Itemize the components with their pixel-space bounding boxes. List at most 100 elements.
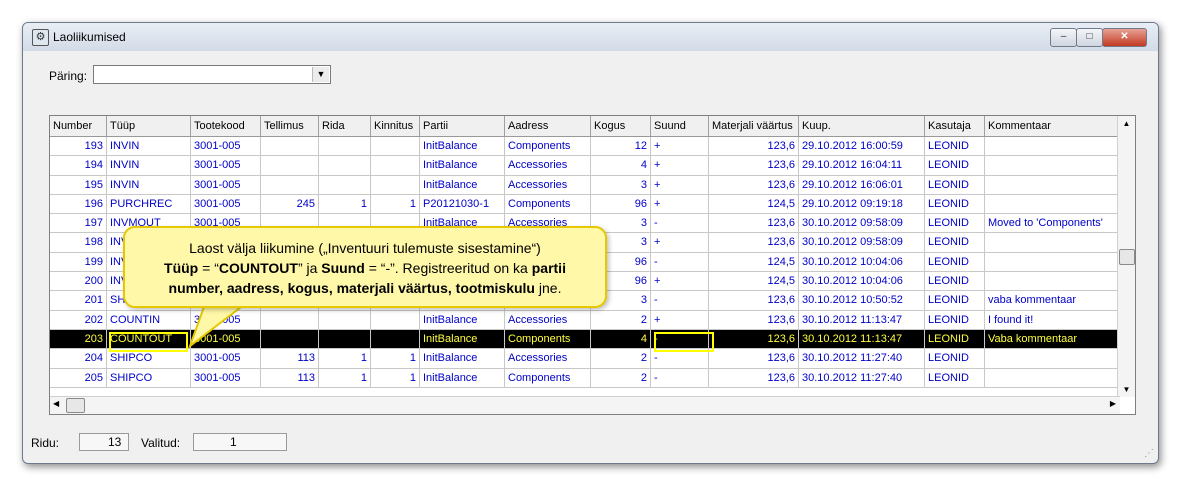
cell-comment[interactable] — [985, 156, 1120, 176]
column-header-confirmation[interactable]: Kinnitus — [371, 116, 420, 136]
cell-batch[interactable]: InitBalance — [420, 137, 505, 157]
cell-order[interactable]: 113 — [261, 349, 319, 369]
cell-date[interactable]: 30.10.2012 11:13:47 — [799, 310, 925, 330]
cell-direction[interactable]: - — [651, 291, 709, 311]
cell-user[interactable]: LEONID — [925, 272, 985, 292]
cell-direction[interactable]: + — [651, 233, 709, 253]
cell-user[interactable]: LEONID — [925, 310, 985, 330]
scroll-down-icon[interactable]: ▼ — [1118, 385, 1135, 394]
query-dropdown[interactable]: ▼ — [93, 65, 331, 84]
column-header-line[interactable]: Rida — [319, 116, 371, 136]
cell-order[interactable] — [261, 175, 319, 195]
cell-confirmation[interactable]: 1 — [371, 349, 420, 369]
cell-batch[interactable]: P20121030-1 — [420, 194, 505, 215]
cell-direction[interactable]: + — [651, 156, 709, 176]
cell-direction[interactable]: + — [651, 310, 709, 330]
cell-comment[interactable] — [985, 349, 1120, 369]
cell-date[interactable]: 30.10.2012 10:50:52 — [799, 291, 925, 311]
cell-material-value[interactable]: 123,6 — [709, 137, 799, 157]
cell-product-code[interactable]: 3001-005 — [191, 137, 261, 157]
cell-user[interactable]: LEONID — [925, 368, 985, 388]
cell-confirmation[interactable] — [371, 310, 420, 330]
cell-direction[interactable]: - — [651, 214, 709, 234]
cell-number[interactable]: 199 — [50, 252, 107, 273]
horizontal-scroll-thumb[interactable] — [66, 398, 85, 413]
cell-number[interactable]: 201 — [50, 291, 107, 311]
column-header-batch[interactable]: Partii — [420, 116, 505, 136]
column-header-product-code[interactable]: Tootekood — [191, 116, 261, 136]
cell-material-value[interactable]: 123,6 — [709, 310, 799, 330]
cell-confirmation[interactable]: 1 — [371, 194, 420, 215]
cell-material-value[interactable]: 123,6 — [709, 156, 799, 176]
cell-user[interactable]: LEONID — [925, 233, 985, 253]
cell-user[interactable]: LEONID — [925, 175, 985, 195]
cell-order[interactable] — [261, 137, 319, 157]
chevron-down-icon[interactable]: ▼ — [312, 67, 329, 82]
cell-batch[interactable]: InitBalance — [420, 349, 505, 369]
cell-line[interactable]: 1 — [319, 368, 371, 388]
cell-product-code[interactable]: 3001-005 — [191, 156, 261, 176]
cell-date[interactable]: 30.10.2012 10:04:06 — [799, 252, 925, 273]
cell-date[interactable]: 30.10.2012 09:58:09 — [799, 233, 925, 253]
cell-user[interactable]: LEONID — [925, 252, 985, 273]
cell-comment[interactable]: vaba kommentaar — [985, 291, 1120, 311]
cell-material-value[interactable]: 123,6 — [709, 175, 799, 195]
cell-line[interactable] — [319, 310, 371, 330]
cell-direction[interactable]: - — [651, 368, 709, 388]
table-row[interactable]: 202 COUNTIN 3001-005 InitBalance Accessories… — [50, 310, 1120, 330]
resize-grip-icon[interactable]: ⋰ — [1144, 448, 1154, 459]
cell-line[interactable] — [319, 175, 371, 195]
column-header-address[interactable]: Aadress — [505, 116, 591, 136]
cell-date[interactable]: 29.10.2012 16:04:11 — [799, 156, 925, 176]
cell-order[interactable] — [261, 156, 319, 176]
cell-product-code[interactable]: 3001-005 — [191, 349, 261, 369]
column-header-direction[interactable]: Suund — [651, 116, 709, 136]
cell-type[interactable]: INVIN — [107, 137, 191, 157]
cell-order[interactable]: 245 — [261, 194, 319, 215]
table-row[interactable]: 196 PURCHREC 3001-005 245 1 1 P20121030-1 Compo… — [50, 194, 1120, 215]
cell-product-code[interactable]: 3001-005 — [191, 310, 261, 330]
cell-number[interactable]: 195 — [50, 175, 107, 195]
cell-quantity[interactable]: 12 — [591, 137, 651, 157]
cell-user[interactable]: LEONID — [925, 137, 985, 157]
cell-product-code[interactable]: 3001-005 — [191, 194, 261, 215]
scroll-right-icon[interactable]: ▶ — [1110, 399, 1116, 408]
cell-type[interactable]: INVIN — [107, 175, 191, 195]
cell-quantity[interactable]: 3 — [591, 175, 651, 195]
cell-product-code[interactable]: 3001-005 — [191, 175, 261, 195]
cell-confirmation[interactable] — [371, 175, 420, 195]
cell-material-value[interactable]: 124,5 — [709, 272, 799, 292]
cell-number[interactable]: 194 — [50, 156, 107, 176]
cell-number[interactable]: 202 — [50, 310, 107, 330]
vertical-scrollbar[interactable]: ▲ ▼ — [1117, 116, 1135, 397]
cell-order[interactable] — [261, 310, 319, 330]
cell-confirmation[interactable]: 1 — [371, 368, 420, 388]
cell-type[interactable]: SHIPCO — [107, 349, 191, 369]
cell-batch[interactable]: InitBalance — [420, 175, 505, 195]
cell-direction[interactable]: - — [651, 349, 709, 369]
table-row[interactable]: 204 SHIPCO 3001-005 113 1 1 InitBalance Accesso… — [50, 349, 1120, 369]
cell-date[interactable]: 29.10.2012 16:06:01 — [799, 175, 925, 195]
cell-number[interactable]: 196 — [50, 194, 107, 215]
column-header-quantity[interactable]: Kogus — [591, 116, 651, 136]
cell-material-value[interactable]: 123,6 — [709, 368, 799, 388]
cell-comment[interactable]: Vaba kommentaar — [985, 329, 1120, 350]
cell-quantity[interactable]: 96 — [591, 194, 651, 215]
column-header-material-value[interactable]: Materjali väärtus — [709, 116, 799, 136]
cell-quantity[interactable]: 4 — [591, 329, 651, 350]
cell-batch[interactable]: InitBalance — [420, 368, 505, 388]
cell-user[interactable]: LEONID — [925, 291, 985, 311]
table-row[interactable]: 195 INVIN 3001-005 InitBalance Accessories 3 +… — [50, 175, 1120, 195]
cell-user[interactable]: LEONID — [925, 329, 985, 350]
cell-material-value[interactable]: 123,6 — [709, 291, 799, 311]
cell-line[interactable]: 1 — [319, 194, 371, 215]
cell-material-value[interactable]: 124,5 — [709, 194, 799, 215]
cell-user[interactable]: LEONID — [925, 156, 985, 176]
cell-address[interactable]: Accessories — [505, 310, 591, 330]
maximize-button[interactable]: □ — [1076, 28, 1103, 47]
cell-confirmation[interactable] — [371, 156, 420, 176]
cell-line[interactable] — [319, 137, 371, 157]
cell-address[interactable]: Accessories — [505, 349, 591, 369]
cell-number[interactable]: 193 — [50, 137, 107, 157]
cell-order[interactable]: 113 — [261, 368, 319, 388]
